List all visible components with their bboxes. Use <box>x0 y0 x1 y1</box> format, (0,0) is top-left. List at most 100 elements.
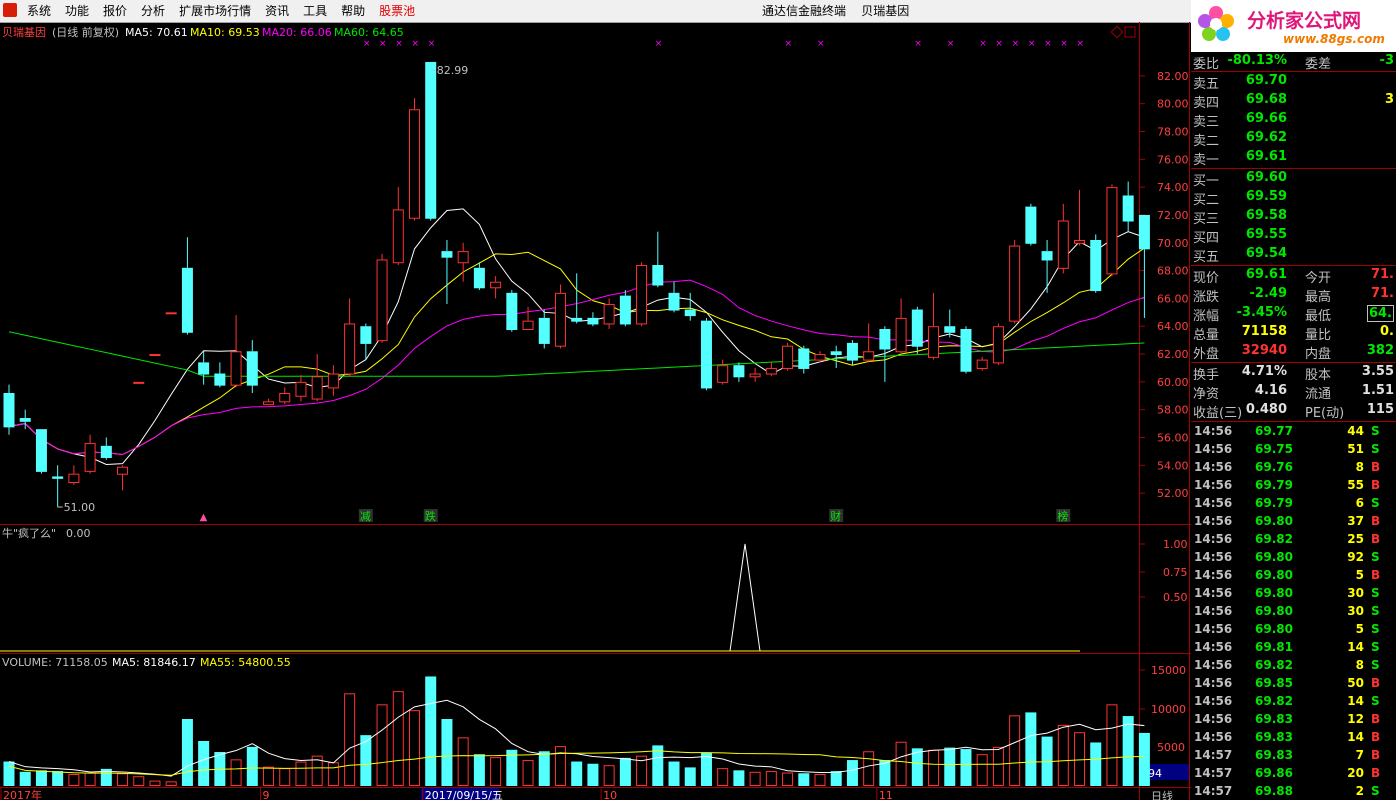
sell-5-row[interactable]: 卖五 69.70 <box>1191 72 1396 92</box>
candle-body <box>295 381 307 397</box>
volume-bar <box>117 773 129 786</box>
candle <box>506 290 518 332</box>
candle-body <box>100 445 112 458</box>
weibi-label: 委比 <box>1193 57 1220 72</box>
price-tick-label: 72.00 <box>1157 209 1189 222</box>
buy-2-row[interactable]: 买二 69.59 <box>1191 188 1396 208</box>
candle <box>976 356 988 371</box>
menu-news[interactable]: 资讯 <box>258 0 296 22</box>
sell-1-row[interactable]: 卖一 69.61 <box>1191 148 1396 168</box>
candle <box>68 465 80 485</box>
top-marker: × <box>914 39 922 49</box>
sell-4-row[interactable]: 卖四 69.68 3 <box>1191 91 1396 111</box>
trade-time: 14:56 <box>1194 550 1233 564</box>
app-logo-icon[interactable] <box>3 3 17 17</box>
stat-change-label: 涨跌 <box>1193 290 1220 305</box>
trade-side: B <box>1371 532 1381 546</box>
trade-row: 14:56 69.76 8 B <box>1191 458 1396 476</box>
trade-row: 14:56 69.80 30 S <box>1191 584 1396 602</box>
vol-tick-2: 10000 <box>1151 703 1186 716</box>
menu-analysis[interactable]: 分析 <box>134 0 172 22</box>
buy-4-row[interactable]: 买四 69.55 <box>1191 226 1396 246</box>
trade-volume: 7 <box>1355 748 1364 762</box>
stat-pct-row: 涨幅 -3.45% 最低 64. <box>1191 304 1396 324</box>
candle-body <box>19 418 31 422</box>
stock-name: 贝瑞基因 <box>2 25 46 39</box>
trade-side: S <box>1371 424 1380 438</box>
trade-volume: 55 <box>1347 478 1364 492</box>
candle <box>490 276 502 299</box>
candle-body <box>960 329 972 372</box>
menu-bar: 系统 功能 报价 分析 扩展市场行情 资讯 工具 帮助 股票池 通达信金融终端 … <box>0 0 1396 23</box>
candle <box>1122 181 1134 232</box>
candle-body <box>376 259 388 342</box>
volume-bar <box>1025 712 1037 787</box>
trade-side: S <box>1371 586 1380 600</box>
volume-bar <box>928 749 940 786</box>
trade-row: 14:56 69.83 14 B <box>1191 728 1396 746</box>
volume-bar <box>1009 715 1021 786</box>
trade-price: 69.80 <box>1255 604 1293 618</box>
brand-name: 分析家公式网 <box>1247 10 1362 32</box>
vol-tick-3: 5000 <box>1157 741 1185 754</box>
candle <box>928 292 940 360</box>
candle-body <box>1009 245 1021 322</box>
candle-body <box>68 473 80 484</box>
menu-tools[interactable]: 工具 <box>296 0 334 22</box>
kline-chart[interactable]: 82.00 80.00 78.00 76.00 74.00 72.00 70.00 68.00… <box>0 22 1191 800</box>
menu-help[interactable]: 帮助 <box>334 0 372 22</box>
menu-function[interactable]: 功能 <box>58 0 96 22</box>
candle <box>441 239 453 304</box>
stat-outer-value: 32940 <box>1241 343 1287 358</box>
event-tag-label: 财 <box>830 509 841 523</box>
price-min-label: 51.00 <box>64 501 96 514</box>
top-marker: × <box>655 39 663 49</box>
trade-price: 69.76 <box>1255 460 1293 474</box>
ind-tick-1: 1.00 <box>1163 538 1188 551</box>
sell-3-row[interactable]: 卖三 69.66 <box>1191 110 1396 130</box>
trade-time: 14:56 <box>1194 496 1233 510</box>
top-marker: × <box>785 39 793 49</box>
candle-body <box>117 466 129 475</box>
candle-body <box>765 367 777 375</box>
volume-bar <box>1090 742 1102 787</box>
menu-system[interactable]: 系统 <box>20 0 58 22</box>
buy-5-row[interactable]: 买五 69.54 <box>1191 245 1396 265</box>
trade-time: 14:56 <box>1194 640 1233 654</box>
candle-body <box>1041 251 1053 261</box>
event-tag-label: 跌 <box>425 509 436 523</box>
trade-volume: 92 <box>1347 550 1364 564</box>
trade-side: S <box>1371 550 1380 564</box>
buy-1-row[interactable]: 买一 69.60 <box>1191 169 1396 189</box>
sell-5-price: 69.70 <box>1245 73 1287 88</box>
stat-turnover-value: 4.71% <box>1241 364 1287 379</box>
top-marker: × <box>995 39 1003 49</box>
candle-body <box>554 292 566 347</box>
stat-volume-row: 总量 71158 量比 0. <box>1191 323 1396 343</box>
menu-quote[interactable]: 报价 <box>96 0 134 22</box>
buy-3-row[interactable]: 买三 69.58 <box>1191 207 1396 227</box>
volume-bar <box>52 771 64 786</box>
ind-tick-2: 0.75 <box>1163 566 1188 579</box>
candle <box>425 61 437 221</box>
menu-extended-market[interactable]: 扩展市场行情 <box>172 0 258 22</box>
trade-time: 14:56 <box>1194 460 1233 474</box>
candle <box>35 429 47 474</box>
price-tick-label: 52.00 <box>1157 487 1189 500</box>
candle <box>765 362 777 377</box>
trade-row: 14:56 69.80 5 S <box>1191 620 1396 638</box>
candle-body <box>879 329 891 350</box>
trade-side: B <box>1371 478 1381 492</box>
trade-row: 14:56 69.82 25 B <box>1191 530 1396 548</box>
volume-ma5-readout: MA5: 81846.17 <box>112 656 196 669</box>
sell-2-row[interactable]: 卖二 69.62 <box>1191 129 1396 149</box>
candle-body <box>457 251 469 264</box>
candle-body <box>992 326 1004 364</box>
candle <box>84 434 96 474</box>
buy-2-price: 69.59 <box>1245 189 1287 204</box>
volume-bar <box>733 770 745 786</box>
candle <box>311 354 323 402</box>
candle <box>603 298 615 330</box>
candle <box>587 312 599 327</box>
menu-stock-pool[interactable]: 股票池 <box>372 0 422 22</box>
